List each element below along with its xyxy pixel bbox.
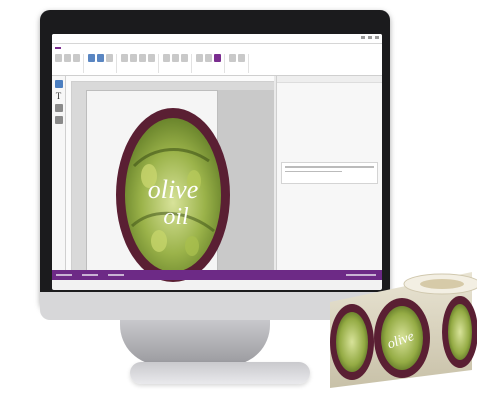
group-icon[interactable] xyxy=(214,54,221,62)
barcode-tool-icon[interactable] xyxy=(54,116,63,124)
copy-icon[interactable] xyxy=(73,54,80,62)
align-center-icon[interactable] xyxy=(172,54,179,62)
ribbon-group-arrange xyxy=(196,54,225,73)
refresh-icon[interactable] xyxy=(106,54,113,62)
close-icon[interactable] xyxy=(375,36,379,39)
ribbon-group-paragraph xyxy=(163,54,192,73)
status-item xyxy=(82,274,98,276)
text-tool-icon[interactable]: T xyxy=(55,92,63,101)
properties-panel-header xyxy=(277,76,382,83)
bring-forward-icon[interactable] xyxy=(196,54,203,62)
work-area: T olive oil xyxy=(52,76,382,282)
shape-tool-icon[interactable] xyxy=(54,104,63,112)
minimize-icon[interactable] xyxy=(361,36,365,39)
app-window: T olive oil xyxy=(52,34,382,290)
underline-icon[interactable] xyxy=(148,54,155,62)
grid-icon[interactable] xyxy=(238,54,245,62)
window-controls xyxy=(361,36,379,39)
properties-field[interactable] xyxy=(281,162,378,184)
ribbon-toolbar xyxy=(52,52,382,76)
send-backward-icon[interactable] xyxy=(205,54,212,62)
redo-icon[interactable] xyxy=(97,54,104,62)
ruler-vertical xyxy=(66,81,72,280)
zoom-icon[interactable] xyxy=(229,54,236,62)
ribbon-group-clipboard xyxy=(55,54,84,73)
monitor-stand xyxy=(120,320,270,365)
align-left-icon[interactable] xyxy=(163,54,170,62)
olive-oil-label-design[interactable]: olive oil xyxy=(114,106,232,284)
italic-icon[interactable] xyxy=(139,54,146,62)
ribbon-tabs xyxy=(52,44,382,52)
label-headline-oil: oil xyxy=(163,204,189,230)
status-item xyxy=(108,274,124,276)
paste-icon[interactable] xyxy=(55,54,62,62)
ribbon-group-view xyxy=(229,54,249,73)
window-titlebar xyxy=(52,34,382,44)
font-icon[interactable] xyxy=(121,54,128,62)
design-canvas[interactable]: olive oil xyxy=(66,76,274,282)
cut-icon[interactable] xyxy=(64,54,71,62)
label-roll: olive xyxy=(330,272,477,388)
maximize-icon[interactable] xyxy=(368,36,372,39)
align-right-icon[interactable] xyxy=(181,54,188,62)
tool-strip: T xyxy=(52,76,66,280)
ribbon-group-font xyxy=(121,54,159,73)
bold-icon[interactable] xyxy=(130,54,137,62)
tab-file[interactable] xyxy=(55,47,61,49)
undo-icon[interactable] xyxy=(88,54,95,62)
monitor-stand-base xyxy=(130,362,310,384)
select-tool-icon[interactable] xyxy=(54,80,63,88)
label-headline-olive: olive xyxy=(148,175,199,204)
properties-panel xyxy=(276,76,382,280)
ribbon-group-edit xyxy=(88,54,117,73)
ruler-horizontal xyxy=(66,76,274,82)
status-item xyxy=(56,274,72,276)
